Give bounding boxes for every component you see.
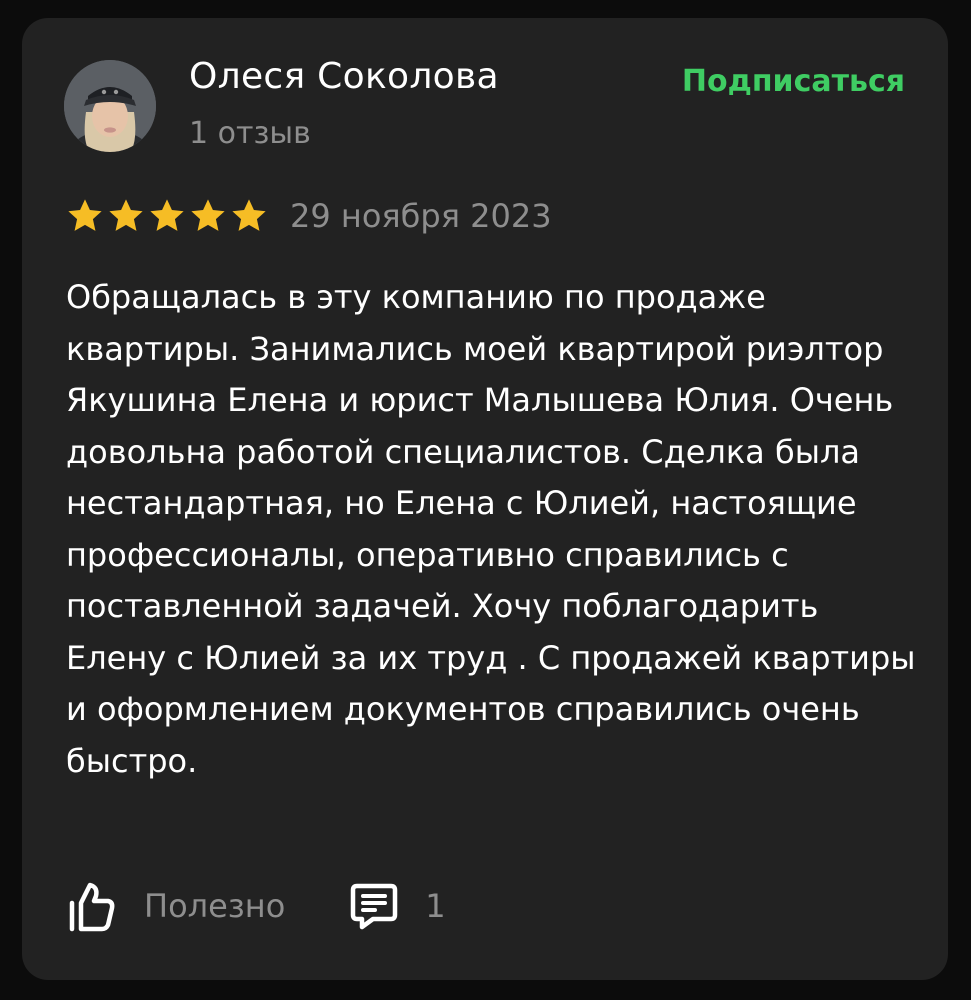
useful-label: Полезно xyxy=(144,887,286,925)
star-icon xyxy=(68,199,102,231)
comments-button[interactable]: 1 xyxy=(349,881,446,931)
subscribe-button[interactable]: Подписаться xyxy=(682,64,905,99)
user-avatar-photo xyxy=(64,60,156,152)
author-review-count: 1 отзыв xyxy=(189,116,311,151)
star-icon xyxy=(109,199,143,231)
thumbs-up-icon xyxy=(69,882,115,932)
review-date: 29 ноября 2023 xyxy=(290,197,552,235)
review-card: Олеся Соколова 1 отзыв Подписаться 29 но… xyxy=(22,18,948,980)
star-icon xyxy=(150,199,184,231)
rating-row: 29 ноября 2023 xyxy=(66,194,552,238)
avatar[interactable] xyxy=(64,60,156,152)
comments-count: 1 xyxy=(425,887,446,925)
rating-stars xyxy=(66,197,268,235)
comment-icon xyxy=(351,883,398,930)
review-actions: Полезно 1 xyxy=(68,878,446,934)
review-text: Обращалась в эту компанию по продаже ква… xyxy=(66,278,916,780)
star-icon xyxy=(191,199,225,231)
author-name[interactable]: Олеся Соколова xyxy=(189,56,499,97)
star-icon xyxy=(232,199,266,231)
useful-button[interactable]: Полезно xyxy=(68,879,285,933)
